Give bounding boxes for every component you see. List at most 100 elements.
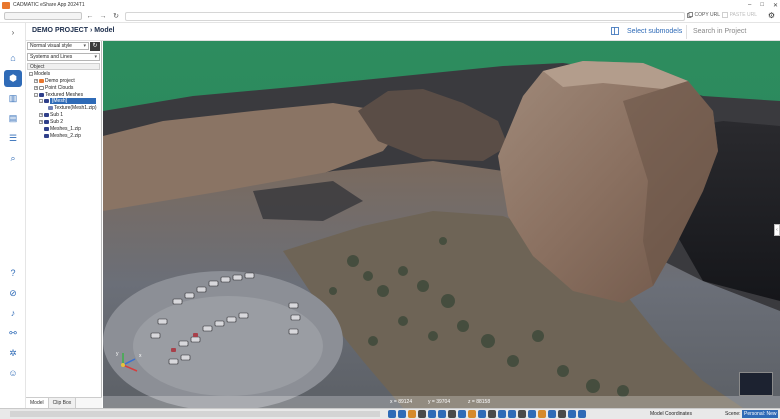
search-icon[interactable]: ⌕ <box>7 152 19 164</box>
clip-icon[interactable] <box>448 410 456 418</box>
reload-button[interactable]: ↻ <box>111 12 121 20</box>
nav-cube[interactable] <box>739 372 773 396</box>
settings-icon[interactable]: ✲ <box>7 347 19 359</box>
project-icon <box>39 79 44 83</box>
map-icon[interactable]: ▥ <box>7 92 19 104</box>
coord-y: y = 39704 <box>428 399 451 405</box>
expand-icon[interactable]: + <box>39 113 43 117</box>
grid-icon[interactable] <box>528 410 536 418</box>
render-icon[interactable] <box>458 410 466 418</box>
coord-z: z = 88158 <box>468 399 491 405</box>
tree-item-label: Sub 2 <box>50 119 64 125</box>
select-submodels-button[interactable]: Select submodels <box>611 27 682 35</box>
app-logo <box>2 1 10 9</box>
terrain-render[interactable] <box>103 41 780 408</box>
rotate-icon[interactable] <box>498 410 506 418</box>
walk-icon[interactable] <box>408 410 416 418</box>
notifications-icon[interactable]: ♪ <box>7 307 19 319</box>
columns-icon <box>611 27 619 35</box>
tree-item-point-clouds[interactable]: + Point Clouds <box>34 85 73 91</box>
refresh-icon[interactable]: ↻ <box>90 42 100 51</box>
coordinate-statusbar: x = 89124 y = 39704 z = 88158 <box>103 396 780 408</box>
tree-item-demo-project[interactable]: + Demo project <box>34 78 75 84</box>
visual-style-select[interactable]: Normal visual style ▾ <box>27 42 89 50</box>
help-icon[interactable]: ? <box>7 267 19 279</box>
tree-item-label: Point Clouds <box>45 85 74 91</box>
expand-icon[interactable]: + <box>39 120 43 124</box>
camera-icon[interactable] <box>488 410 496 418</box>
documents-icon[interactable]: ☰ <box>7 132 19 144</box>
settings-tool-icon-2[interactable] <box>568 410 576 418</box>
back-button[interactable]: ← <box>85 13 95 20</box>
tree-item-meshes1[interactable]: Meshes_1.zip <box>44 126 81 132</box>
mesh-icon <box>39 93 44 97</box>
coordinates-select[interactable]: Model Coordinates <box>650 411 692 417</box>
maximize-button[interactable]: □ <box>760 2 764 8</box>
texture-icon <box>48 106 53 110</box>
url-field[interactable] <box>125 11 685 21</box>
copy-url-button[interactable]: COPY URL <box>686 12 720 18</box>
scene-label: Scene: <box>725 411 741 417</box>
tab-clip-box[interactable]: Clip Box <box>48 398 77 408</box>
model-tree-panel: Normal visual style ▾ ↻ Systems and Line… <box>26 41 102 408</box>
paste-url-button[interactable]: PASTE URL <box>721 12 757 18</box>
timeline-track[interactable] <box>10 411 380 417</box>
bottom-toolbar: Model Coordinates Scene: Personal: New s… <box>0 408 780 419</box>
pan-icon[interactable] <box>398 410 406 418</box>
mesh-icon <box>44 99 49 103</box>
tree-item-sub1[interactable]: + Sub 1 <box>39 112 63 118</box>
view-icon[interactable] <box>388 410 396 418</box>
home-icon[interactable]: ⌂ <box>7 52 19 64</box>
hide-icon[interactable]: ⊘ <box>7 287 19 299</box>
scene-select[interactable]: Personal: New scene <box>742 410 778 418</box>
collapse-icon[interactable]: - <box>29 72 33 76</box>
collapse-icon[interactable]: - <box>39 99 43 103</box>
user-icon[interactable]: ☺ <box>7 367 19 379</box>
zoom-icon[interactable] <box>508 410 516 418</box>
axis-gizmo-icon[interactable]: y x <box>113 349 147 377</box>
tag-icon[interactable] <box>538 410 546 418</box>
forward-button[interactable]: → <box>98 13 108 20</box>
tree-item-meshes2[interactable]: Meshes_2.zip <box>44 133 81 139</box>
title-bar: CADMATIC eShare App 2024T1 – □ ✕ <box>0 0 780 10</box>
integrations-icon[interactable]: ⚯ <box>7 327 19 339</box>
expand-icon[interactable]: + <box>34 86 38 90</box>
server-input[interactable] <box>4 12 82 20</box>
section-icon[interactable] <box>418 410 426 418</box>
expand-nav-icon[interactable]: › <box>7 27 19 39</box>
page-header: DEMO PROJECT › Model Select submodels Se… <box>26 23 780 41</box>
3d-viewport[interactable]: y x <box>103 41 780 408</box>
chevron-down-icon: ▾ <box>83 43 86 49</box>
layers-icon[interactable] <box>478 410 486 418</box>
highlight-icon[interactable] <box>468 410 476 418</box>
measure-icon[interactable] <box>428 410 436 418</box>
tree-item-mesh-selected[interactable]: - [Mesh] <box>39 98 96 104</box>
app-title: CADMATIC eShare App 2024T1 <box>13 2 85 8</box>
layers-icon[interactable]: ▤ <box>7 112 19 124</box>
close-button[interactable]: ✕ <box>773 2 778 9</box>
expand-icon[interactable]: + <box>34 79 38 83</box>
fit-icon[interactable] <box>518 410 526 418</box>
window-controls: – □ ✕ <box>748 0 778 10</box>
settings-tool-icon[interactable] <box>558 410 566 418</box>
minimize-button[interactable]: – <box>748 2 751 8</box>
paste-icon <box>721 12 728 18</box>
side-panel-toggle[interactable]: ‹ <box>774 224 780 236</box>
tree-item-sub2[interactable]: + Sub 2 <box>39 119 63 125</box>
select-submodels-label: Select submodels <box>627 27 683 35</box>
mesh-icon <box>44 113 49 117</box>
share-icon[interactable] <box>548 410 556 418</box>
search-input[interactable]: Search in Project <box>686 25 780 39</box>
help-tool-icon[interactable] <box>578 410 586 418</box>
tree-item-label: Sub 1 <box>50 112 64 118</box>
gear-icon[interactable]: ⚙ <box>768 11 775 20</box>
tab-model[interactable]: Model <box>26 398 49 408</box>
tree-column-header[interactable]: Object <box>27 63 100 70</box>
tree-item-texture[interactable]: Texture(Mesh1.zip) <box>48 105 97 111</box>
markup-icon[interactable] <box>438 410 446 418</box>
tree-item-models[interactable]: - Models <box>29 71 50 77</box>
model-cube-icon[interactable]: ⬢ <box>7 72 19 84</box>
systems-select[interactable]: Systems and Lines ▾ <box>27 53 100 61</box>
collapse-icon[interactable]: - <box>34 93 38 97</box>
breadcrumb[interactable]: DEMO PROJECT › Model <box>32 27 114 34</box>
